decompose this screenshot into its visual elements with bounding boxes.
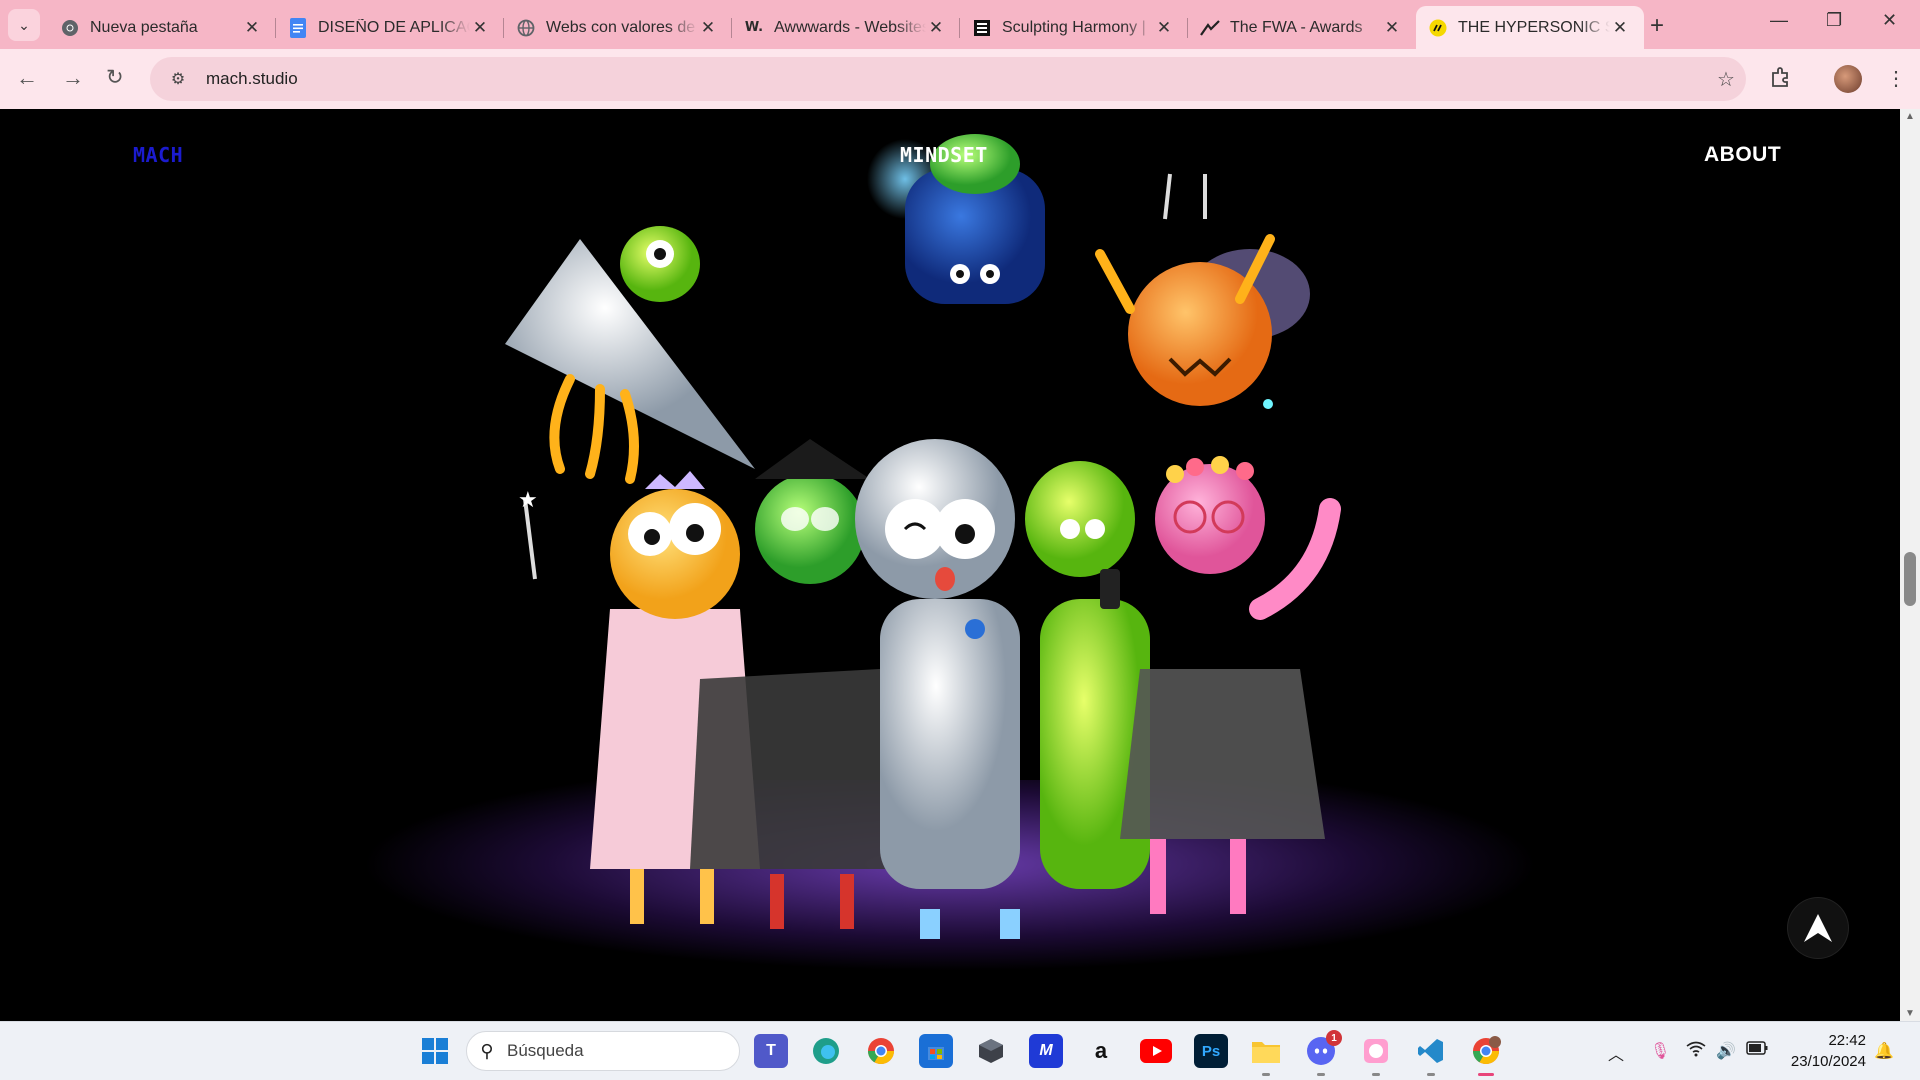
site-settings-icon[interactable]: ⚙ bbox=[158, 69, 198, 89]
new-tab-button[interactable]: + bbox=[1650, 12, 1664, 40]
url-text[interactable]: mach.studio bbox=[206, 69, 1706, 89]
back-icon[interactable]: ← bbox=[16, 65, 38, 91]
wifi-icon[interactable] bbox=[1686, 1041, 1706, 1062]
tab-title: The FWA - Awards bbox=[1230, 18, 1363, 36]
tab-title: DISEÑO DE APLICACIONES bbox=[318, 18, 470, 36]
volume-icon[interactable]: 🔊 bbox=[1716, 1041, 1736, 1061]
file-explorer-icon[interactable] bbox=[1249, 1034, 1283, 1076]
paint-icon[interactable] bbox=[1359, 1034, 1393, 1076]
hero-characters-illustration: ★ bbox=[505, 134, 1341, 939]
close-tab-icon[interactable]: ✕ bbox=[1610, 18, 1630, 38]
extensions-icon[interactable] bbox=[1770, 66, 1792, 94]
close-window-icon[interactable]: ✕ bbox=[1882, 10, 1897, 31]
running-indicator bbox=[1317, 1073, 1325, 1076]
pink-girl-character bbox=[1120, 456, 1341, 914]
clock-date: 23/10/2024 bbox=[1790, 1053, 1866, 1070]
tab-title: Nueva pestaña bbox=[90, 18, 198, 36]
nav-link-mindset[interactable]: MINDSET bbox=[900, 143, 988, 167]
notification-badge: 1 bbox=[1326, 1030, 1342, 1046]
vscode-icon[interactable] bbox=[1414, 1034, 1448, 1076]
notifications-icon[interactable]: 🔔 bbox=[1874, 1041, 1894, 1061]
affinity-icon[interactable]: M bbox=[1029, 1034, 1063, 1068]
tab-title: THE HYPERSONIC STUDIO bbox=[1458, 18, 1610, 36]
close-tab-icon[interactable]: ✕ bbox=[242, 18, 262, 38]
pumpkin-character bbox=[1095, 173, 1310, 409]
globe-icon bbox=[516, 18, 536, 38]
search-icon: ⚲ bbox=[480, 1040, 494, 1061]
youtube-icon[interactable] bbox=[1139, 1034, 1173, 1068]
restore-icon[interactable]: ❐ bbox=[1826, 10, 1842, 31]
awwwards-icon: W. bbox=[744, 20, 764, 35]
system-clock[interactable]: 22:42 23/10/2024 bbox=[1786, 1030, 1866, 1072]
tab-search-button[interactable]: ⌄ bbox=[8, 9, 40, 41]
app-cube-icon[interactable] bbox=[974, 1034, 1008, 1068]
mach-icon bbox=[1428, 18, 1448, 38]
close-tab-icon[interactable]: ✕ bbox=[698, 18, 718, 38]
tab-fwa[interactable]: The FWA - Awards ✕ bbox=[1188, 6, 1416, 49]
show-hidden-icons-chevron-icon[interactable]: ︿ bbox=[1608, 1041, 1624, 1065]
edge-icon[interactable] bbox=[809, 1034, 843, 1068]
sculpting-icon bbox=[972, 18, 992, 38]
photoshop-icon[interactable]: Ps bbox=[1194, 1034, 1228, 1068]
tab-diseno[interactable]: DISEÑO DE APLICACIONES ✕ bbox=[276, 6, 504, 49]
running-indicator bbox=[1478, 1073, 1494, 1076]
tab-title: Webs con valores de bbox=[546, 18, 696, 36]
close-tab-icon[interactable]: ✕ bbox=[1382, 18, 1402, 38]
reload-icon[interactable]: ↻ bbox=[106, 65, 124, 90]
teams-icon[interactable]: T bbox=[754, 1034, 788, 1068]
chrome-icon bbox=[60, 18, 80, 38]
close-tab-icon[interactable]: ✕ bbox=[926, 18, 946, 38]
tab-title: Awwwards - Websites bbox=[774, 18, 926, 36]
windows-start-icon[interactable] bbox=[418, 1034, 452, 1068]
tab-sculpting[interactable]: Sculpting Harmony | ✕ bbox=[960, 6, 1188, 49]
chevron-down-icon: ⌄ bbox=[18, 16, 30, 33]
tab-strip: ⌄ Nueva pestaña ✕ DISEÑO DE APLICACIONES… bbox=[0, 0, 1920, 49]
chrome-profile-icon[interactable] bbox=[1469, 1034, 1503, 1076]
running-indicator bbox=[1427, 1073, 1435, 1076]
fwa-icon bbox=[1200, 18, 1220, 38]
store-icon[interactable] bbox=[919, 1034, 953, 1068]
tab-awwwards[interactable]: W. Awwwards - Websites ✕ bbox=[732, 6, 960, 49]
menu-kebab-icon[interactable]: ⋮ bbox=[1886, 66, 1906, 91]
scroll-up-icon[interactable]: ▲ bbox=[1905, 111, 1915, 122]
browser-toolbar: ← → ↻ ⚙ mach.studio ☆ ⋮ bbox=[0, 49, 1920, 109]
site-logo-link[interactable]: MACH bbox=[133, 143, 183, 167]
close-tab-icon[interactable]: ✕ bbox=[470, 18, 490, 38]
nav-link-about[interactable]: ABOUT bbox=[1704, 143, 1781, 167]
running-indicator bbox=[1372, 1073, 1380, 1076]
ufo-alien-character bbox=[505, 226, 755, 484]
close-tab-icon[interactable]: ✕ bbox=[1154, 18, 1174, 38]
search-placeholder: Búsqueda bbox=[507, 1041, 584, 1060]
microphone-icon[interactable]: 🎙 bbox=[1650, 1041, 1670, 1061]
forward-icon[interactable]: → bbox=[62, 65, 84, 91]
clock-time: 22:42 bbox=[1828, 1032, 1866, 1049]
bookmark-star-icon[interactable]: ☆ bbox=[1706, 67, 1746, 92]
tab-nueva-pestana[interactable]: Nueva pestaña ✕ bbox=[48, 6, 276, 49]
scroll-down-icon[interactable]: ▼ bbox=[1905, 1008, 1915, 1019]
amazon-icon[interactable]: a bbox=[1084, 1034, 1118, 1068]
taskbar-search[interactable]: ⚲ Búsqueda bbox=[466, 1031, 740, 1071]
svg-text:★: ★ bbox=[518, 488, 538, 513]
profile-avatar[interactable] bbox=[1834, 65, 1862, 93]
minimize-icon[interactable]: — bbox=[1770, 10, 1788, 31]
tab-list: Nueva pestaña ✕ DISEÑO DE APLICACIONES ✕… bbox=[48, 6, 1644, 49]
docs-icon bbox=[288, 17, 308, 38]
page-scrollbar[interactable]: ▲ ▼ bbox=[1900, 109, 1920, 1021]
chrome-icon[interactable] bbox=[864, 1034, 898, 1068]
windows-taskbar: ⚲ Búsqueda T M a Ps 1 ︿ 🎙 🔊 22:42 23/10/… bbox=[0, 1021, 1920, 1080]
scroll-to-top-button[interactable] bbox=[1788, 898, 1848, 958]
tab-title: Sculpting Harmony | bbox=[1002, 18, 1146, 36]
running-indicator bbox=[1262, 1073, 1270, 1076]
discord-icon[interactable]: 1 bbox=[1304, 1030, 1342, 1076]
tab-hypersonic[interactable]: THE HYPERSONIC STUDIO ✕ bbox=[1416, 6, 1644, 49]
scrollbar-thumb[interactable] bbox=[1904, 552, 1916, 606]
battery-icon[interactable] bbox=[1746, 1041, 1768, 1060]
arrow-up-icon bbox=[1804, 914, 1832, 942]
tab-webs[interactable]: Webs con valores de ✕ bbox=[504, 6, 732, 49]
address-bar[interactable]: ⚙ mach.studio ☆ bbox=[150, 57, 1746, 101]
